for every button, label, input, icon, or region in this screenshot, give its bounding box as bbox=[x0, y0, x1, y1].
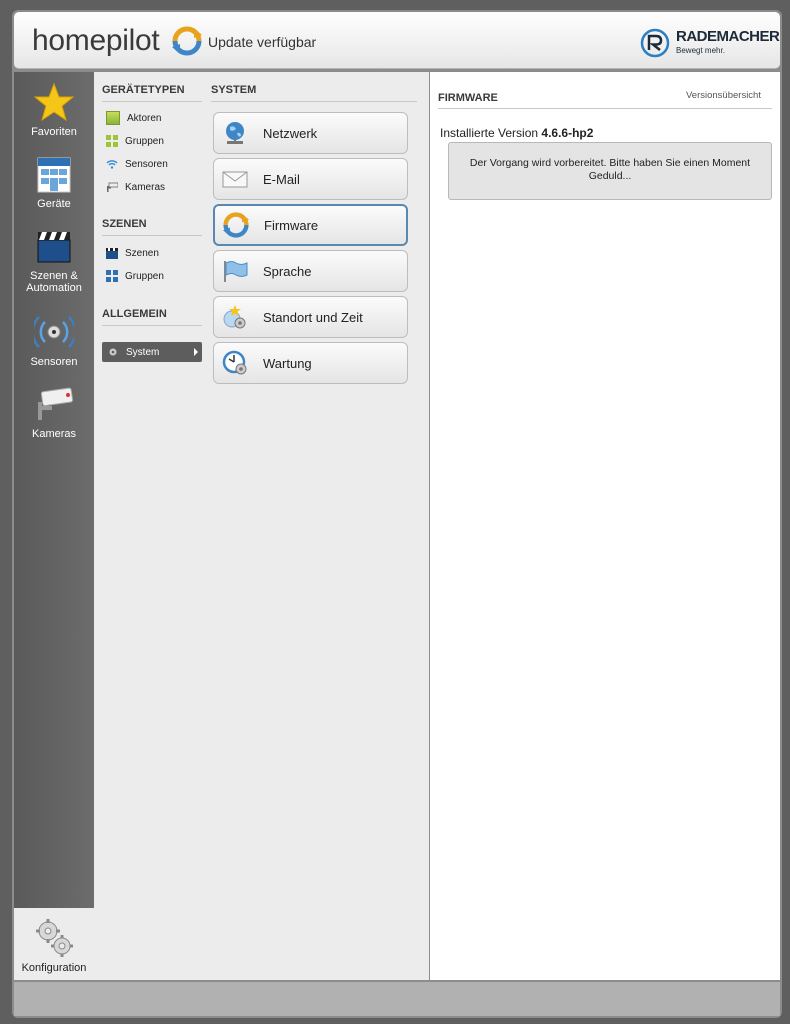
category-szenen-gruppen[interactable]: Gruppen bbox=[106, 268, 164, 284]
category-szenen[interactable]: Szenen bbox=[106, 245, 159, 261]
nav-konfiguration-label: Konfiguration bbox=[21, 962, 87, 974]
gear-icon bbox=[109, 348, 117, 356]
nav-geraete[interactable]: Geräte bbox=[14, 154, 94, 210]
allgemein-title: ALLGEMEIN bbox=[102, 308, 202, 326]
firmware-button[interactable]: Firmware bbox=[213, 204, 408, 246]
update-icon[interactable] bbox=[172, 26, 202, 56]
chevron-right-icon bbox=[194, 348, 198, 356]
installed-version-value: 4.6.6-hp2 bbox=[541, 126, 594, 140]
standort-zeit-button[interactable]: Standort und Zeit bbox=[213, 296, 408, 338]
footer-bar bbox=[14, 982, 780, 1016]
wifi-icon bbox=[106, 160, 118, 169]
main-sidebar: Favoriten Geräte Szenen & Automation Sen… bbox=[14, 72, 94, 908]
groups-icon bbox=[106, 270, 118, 282]
clapperboard-icon bbox=[37, 232, 71, 263]
app-window: homepilot Update verfügbar RADEMACHER Be… bbox=[12, 10, 782, 1018]
netzwerk-button[interactable]: Netzwerk bbox=[213, 112, 408, 154]
geraetetypen-title: GERÄTETYPEN bbox=[102, 84, 202, 102]
nav-geraete-label: Geräte bbox=[37, 198, 71, 210]
update-available-link[interactable]: Update verfügbar bbox=[208, 34, 316, 50]
nav-konfiguration[interactable]: Konfiguration bbox=[14, 908, 94, 980]
rademacher-logo-icon bbox=[640, 28, 670, 58]
nav-sensoren-label: Sensoren bbox=[30, 356, 78, 368]
nav-kameras[interactable]: Kameras bbox=[14, 384, 94, 440]
nav-szenen-label: Szenen & Automation bbox=[26, 270, 82, 294]
flag-icon bbox=[224, 261, 248, 282]
globe-icon bbox=[226, 122, 244, 144]
email-button[interactable]: E-Mail bbox=[213, 158, 408, 200]
camera-icon bbox=[38, 387, 74, 420]
camera-icon bbox=[107, 182, 118, 192]
category-panel: GERÄTETYPEN Aktoren Gruppen Sensoren Kam… bbox=[94, 72, 207, 980]
brand-name: RADEMACHER bbox=[676, 28, 780, 45]
category-kameras[interactable]: Kameras bbox=[106, 179, 165, 195]
brand-logo: RADEMACHER Bewegt mehr. bbox=[640, 26, 780, 60]
szenen-title: SZENEN bbox=[102, 218, 202, 236]
clock-gear-icon bbox=[222, 350, 247, 375]
system-panel: SYSTEM Netzwerk E-Mail Firmware Sprache … bbox=[207, 72, 429, 980]
category-gruppen[interactable]: Gruppen bbox=[106, 133, 164, 149]
brand-slogan: Bewegt mehr. bbox=[676, 46, 725, 55]
status-message: Der Vorgang wird vorbereitet. Bitte habe… bbox=[469, 157, 751, 182]
system-title: SYSTEM bbox=[211, 84, 417, 102]
firmware-panel: FIRMWARE Versionsübersicht Installierte … bbox=[430, 72, 780, 980]
star-icon bbox=[34, 82, 74, 122]
building-icon bbox=[37, 157, 71, 193]
gears-icon bbox=[36, 919, 73, 957]
installed-version-label: Installierte Version bbox=[440, 126, 539, 140]
status-message-box: Der Vorgang wird vorbereitet. Bitte habe… bbox=[448, 142, 772, 200]
installed-version: Installierte Version 4.6.6-hp2 bbox=[440, 126, 593, 140]
groups-icon bbox=[106, 135, 118, 147]
firmware-title: FIRMWARE bbox=[438, 92, 498, 104]
wartung-button[interactable]: Wartung bbox=[213, 342, 408, 384]
actor-icon bbox=[106, 111, 120, 125]
clapperboard-icon bbox=[106, 248, 118, 259]
location-time-icon bbox=[223, 305, 246, 329]
versions-overview-link[interactable]: Versionsübersicht bbox=[686, 90, 761, 101]
nav-favoriten-label: Favoriten bbox=[31, 126, 77, 138]
update-icon bbox=[223, 212, 249, 238]
category-aktoren[interactable]: Aktoren bbox=[106, 110, 161, 126]
category-sensoren[interactable]: Sensoren bbox=[106, 156, 168, 172]
divider bbox=[438, 108, 772, 109]
category-system-selected[interactable]: System bbox=[102, 342, 202, 362]
nav-sensoren[interactable]: Sensoren bbox=[14, 312, 94, 368]
envelope-icon bbox=[222, 171, 248, 188]
app-logo[interactable]: homepilot bbox=[32, 24, 160, 58]
header-bar: homepilot Update verfügbar RADEMACHER Be… bbox=[14, 12, 780, 69]
sprache-button[interactable]: Sprache bbox=[213, 250, 408, 292]
sensor-wave-icon bbox=[34, 316, 74, 348]
nav-favoriten[interactable]: Favoriten bbox=[14, 82, 94, 138]
nav-szenen-automation[interactable]: Szenen & Automation bbox=[14, 226, 94, 294]
nav-kameras-label: Kameras bbox=[31, 428, 77, 440]
